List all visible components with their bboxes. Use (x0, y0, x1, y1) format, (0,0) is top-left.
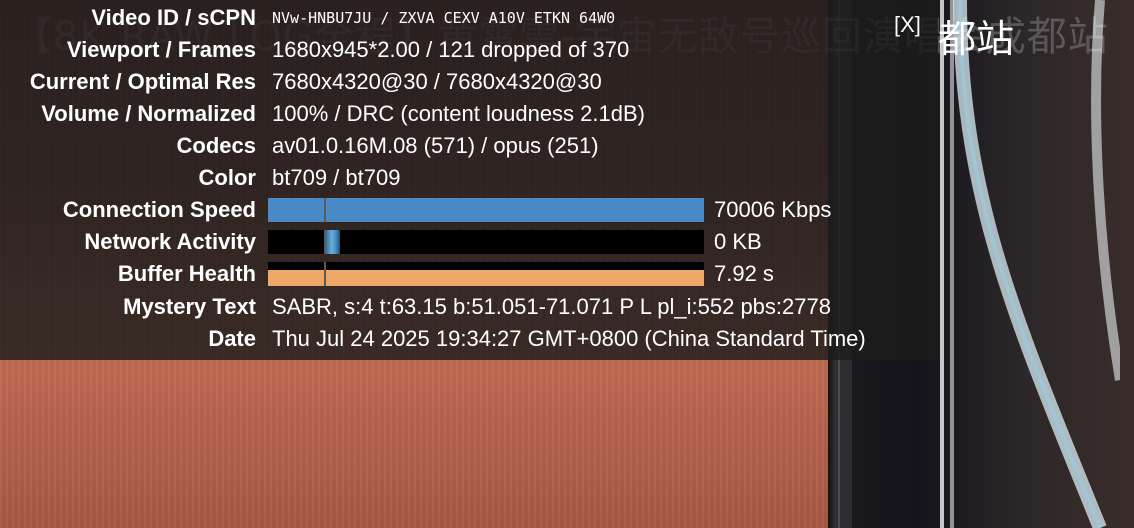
stat-label: Network Activity (84, 229, 256, 254)
stat-label: Current / Optimal Res (29, 69, 256, 94)
stat-value-codecs: av01.0.16M.08 (571) / opus (251) (272, 133, 599, 158)
stat-value-date: Thu Jul 24 2025 19:34:27 GMT+0800 (China… (272, 326, 866, 351)
video-light-line (940, 0, 944, 528)
stat-row-date: Date Thu Jul 24 2025 19:34:27 GMT+0800 (… (0, 323, 938, 355)
stat-value-volume: 100% / DRC (content loudness 2.1dB) (272, 101, 645, 126)
stat-value-resolution: 7680x4320@30 / 7680x4320@30 (272, 69, 602, 94)
graph-marker (324, 262, 326, 286)
stat-row-video-id: Video ID / sCPN NVw-HNBU7JU / ZXVA CEXV … (0, 2, 938, 34)
stat-row-resolution: Current / Optimal Res 7680x4320@30 / 768… (0, 66, 938, 98)
stat-label: Connection Speed (62, 197, 256, 222)
stats-for-nerds-panel: Video ID / sCPN NVw-HNBU7JU / ZXVA CEXV … (0, 0, 938, 360)
stat-label: Video ID / sCPN (91, 5, 256, 30)
close-stats-button[interactable]: [X] (894, 12, 921, 38)
stat-label: Mystery Text (123, 294, 256, 319)
buffer-health-graph (268, 262, 704, 286)
video-title-watermark: 都站 (938, 17, 1015, 61)
buffer-health-bar (268, 270, 704, 286)
stat-value-buffer-health: 7.92 s (714, 261, 774, 286)
stat-label: Volume / Normalized (41, 101, 256, 126)
stat-row-network-activity: Network Activity 0 KB (0, 226, 938, 258)
stat-value-viewport: 1680x945*2.00 / 121 dropped of 370 (272, 37, 630, 62)
video-player[interactable]: 【8K RAW LOG全程】黄霄雲-宇宙无敌号巡回演唱会成都站 Video ID… (0, 0, 1134, 528)
stat-label: Buffer Health (117, 261, 256, 286)
stat-value-network-activity: 0 KB (714, 229, 762, 254)
graph-marker (324, 198, 326, 222)
connection-speed-bar (268, 198, 704, 222)
stat-row-color: Color bt709 / bt709 (0, 162, 938, 194)
stat-label: Date (208, 326, 256, 351)
stat-value-connection-speed: 70006 Kbps (714, 197, 832, 222)
stat-row-codecs: Codecs av01.0.16M.08 (571) / opus (251) (0, 130, 938, 162)
stat-row-buffer-health: Buffer Health 7.92 s (0, 258, 938, 290)
stat-value-video-id[interactable]: NVw-HNBU7JU / ZXVA CEXV A10V ETKN 64W0 (272, 0, 615, 36)
stat-value-color: bt709 / bt709 (272, 165, 401, 190)
network-activity-graph (268, 230, 704, 254)
stat-value-mystery-text: SABR, s:4 t:63.15 b:51.051-71.071 P L pl… (272, 294, 831, 319)
stat-row-connection-speed: Connection Speed 70006 Kbps (0, 194, 938, 226)
stat-row-volume: Volume / Normalized 100% / DRC (content … (0, 98, 938, 130)
stat-label: Codecs (176, 133, 256, 158)
video-light-line (950, 0, 954, 528)
stat-row-viewport: Viewport / Frames 1680x945*2.00 / 121 dr… (0, 34, 938, 66)
stat-row-mystery-text: Mystery Text SABR, s:4 t:63.15 b:51.051-… (0, 291, 938, 323)
connection-speed-graph (268, 198, 704, 222)
network-activity-spike (326, 230, 340, 254)
stat-label: Viewport / Frames (66, 37, 256, 62)
stat-label: Color (198, 165, 256, 190)
